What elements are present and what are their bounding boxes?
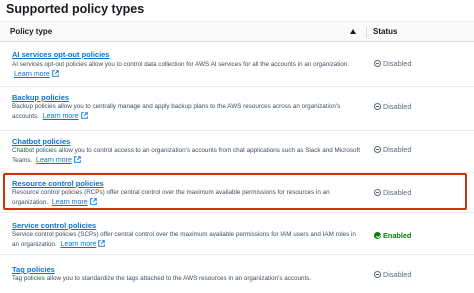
status-indicator: Disabled [374, 270, 411, 279]
check-circle-icon [374, 232, 381, 239]
column-header-policy-type[interactable]: Policy type [10, 27, 52, 36]
table-row: Tag policies Tag policies allow you to s… [0, 256, 474, 293]
learn-more-label: Learn more [14, 70, 50, 78]
table-row: AI services opt-out policies AI services… [0, 43, 474, 87]
learn-more-link[interactable]: Learn more [60, 239, 106, 248]
policy-description: Chatbot policies allow you to control ac… [12, 146, 362, 165]
column-divider [366, 27, 367, 38]
learn-more-label: Learn more [42, 112, 79, 120]
learn-more-label: Learn more [36, 156, 72, 164]
disabled-icon [374, 146, 381, 153]
policy-description: Tag policies allow you to standardize th… [12, 274, 362, 284]
policy-description: Service control policies (SCPs) offer ce… [12, 230, 362, 249]
disabled-icon [374, 103, 381, 110]
policy-description-text: AI services opt-out policies allow you t… [12, 61, 350, 68]
status-indicator: Disabled [374, 59, 411, 68]
status-label: Disabled [383, 102, 412, 111]
policy-description: Backup policies allow you to centrally m… [12, 102, 362, 121]
table-row: Chatbot policies Chatbot policies allow … [0, 131, 474, 173]
status-label: Enabled [383, 231, 412, 240]
status-indicator: Disabled [374, 145, 411, 154]
disabled-icon [374, 271, 381, 278]
policy-link-service-control[interactable]: Service control policies [12, 221, 96, 230]
policy-description-text: Tag policies allow you to standardize th… [12, 275, 312, 282]
policy-link-backup[interactable]: Backup policies [12, 93, 69, 102]
learn-more-label: Learn more [60, 240, 97, 248]
learn-more-link[interactable]: Learn more [42, 111, 88, 120]
external-link-icon [80, 111, 88, 119]
table-row: Service control policies Service control… [0, 215, 474, 255]
external-link-icon [52, 69, 59, 77]
policy-link-chatbot[interactable]: Chatbot policies [12, 137, 70, 146]
learn-more-link[interactable]: Learn more [14, 69, 59, 78]
policy-description: AI services opt-out policies allow you t… [12, 60, 362, 79]
sort-ascending-icon[interactable] [350, 29, 356, 34]
column-header-status[interactable]: Status [373, 27, 397, 36]
policy-link-ai-services-opt-out[interactable]: AI services opt-out policies [12, 50, 110, 59]
disabled-icon [374, 60, 381, 67]
external-link-icon [74, 155, 81, 163]
status-label: Disabled [383, 270, 412, 279]
policy-link-tag[interactable]: Tag policies [12, 265, 55, 274]
table-row: Backup policies Backup policies allow yo… [0, 87, 474, 131]
status-indicator: Disabled [374, 102, 411, 111]
table-header: Policy type Status [0, 22, 474, 42]
panel-title: Supported policy types [6, 2, 145, 16]
status-label: Disabled [383, 145, 412, 154]
learn-more-link[interactable]: Learn more [36, 155, 81, 164]
highlight-annotation-box [3, 173, 467, 210]
external-link-icon [98, 239, 106, 247]
status-indicator: Enabled [374, 231, 411, 240]
status-label: Disabled [383, 59, 412, 68]
